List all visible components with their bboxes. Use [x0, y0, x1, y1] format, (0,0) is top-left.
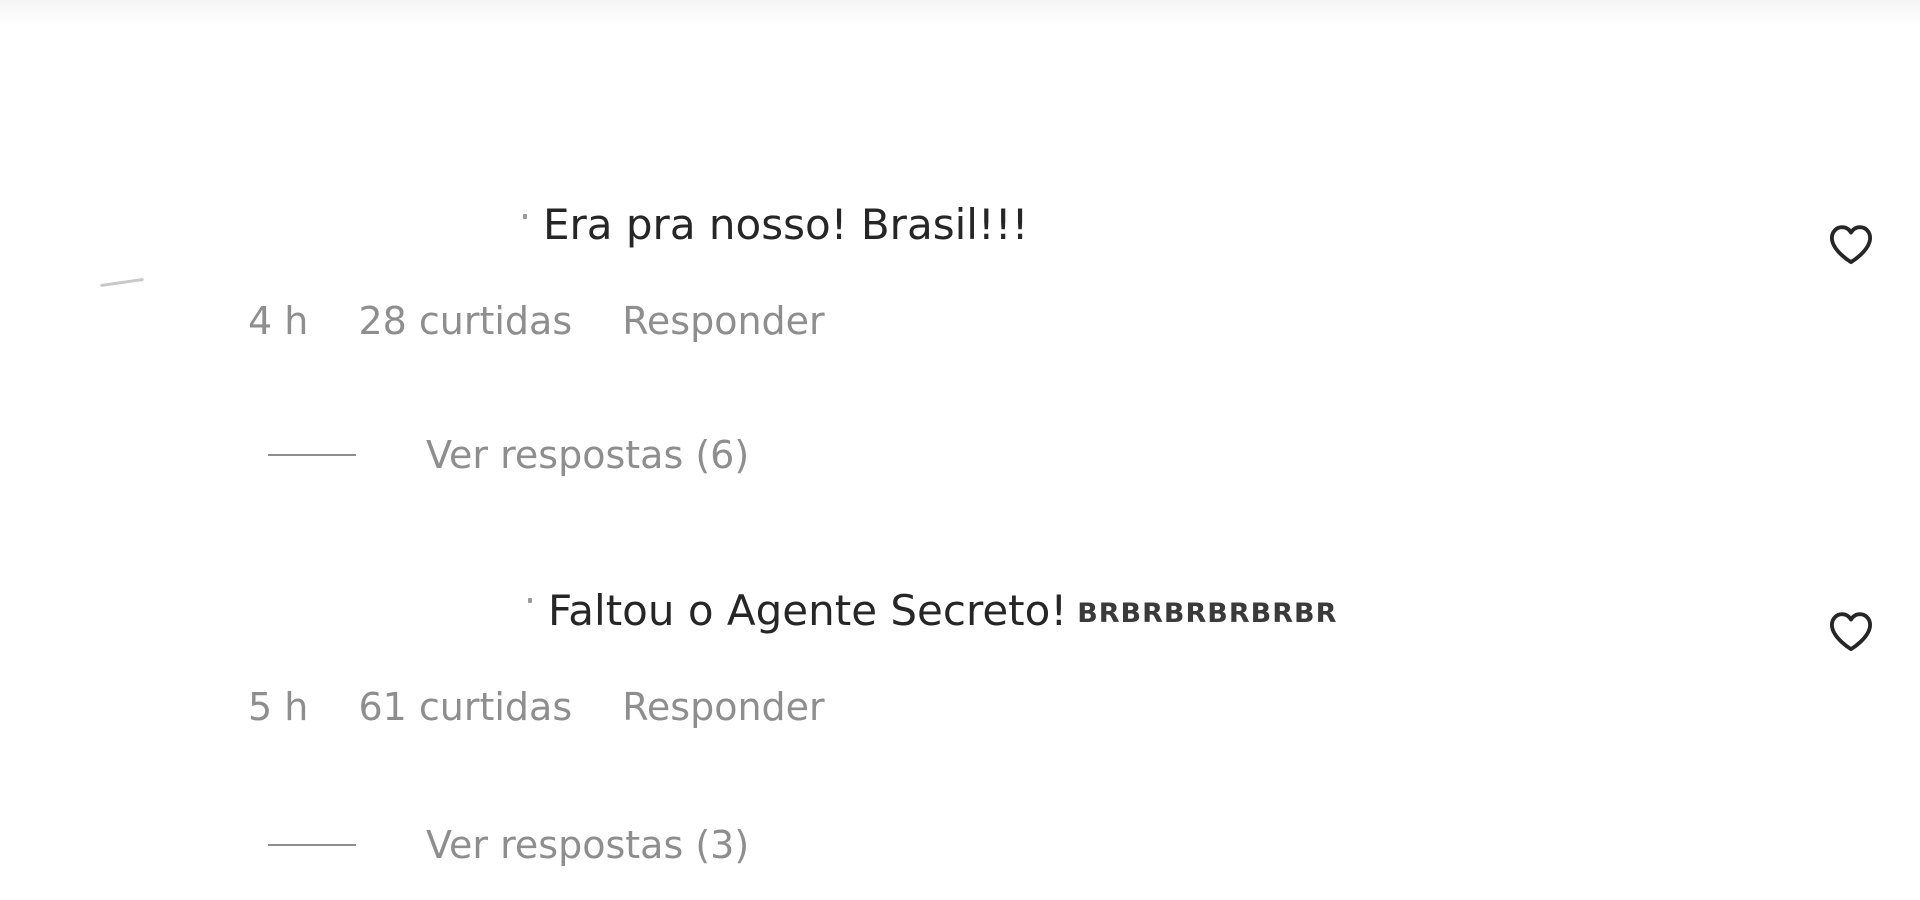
comment-time: 4 h [248, 299, 309, 343]
comment-time: 5 h [248, 685, 309, 729]
comment-body: Era pra nosso! Brasil!!! [543, 200, 1029, 249]
comment-text: Era pra nosso! Brasil!!! [543, 197, 1028, 253]
comment-marker [528, 598, 532, 603]
comment-text: Faltou o Agente Secreto! BRBRBRBRBRBR [548, 583, 1337, 642]
comment-emoji-text: BRBRBRBRBRBR [1077, 598, 1338, 629]
cropped-avatar-fragment [100, 277, 144, 288]
comment-meta: 5 h 61 curtidas Responder [248, 682, 825, 732]
reply-button[interactable]: Responder [622, 296, 824, 346]
reply-button[interactable]: Responder [622, 682, 824, 732]
comment-likes[interactable]: 61 curtidas [358, 682, 572, 732]
heart-outline-icon[interactable] [1828, 610, 1874, 652]
comment-marker [523, 214, 527, 219]
comment-likes[interactable]: 28 curtidas [358, 296, 572, 346]
view-replies-button[interactable]: Ver respostas (3) [268, 820, 749, 870]
replies-divider-line [268, 454, 356, 456]
view-replies-label: Ver respostas (3) [426, 823, 750, 867]
replies-divider-line [268, 844, 356, 846]
view-replies-button[interactable]: Ver respostas (6) [268, 430, 749, 480]
comment-body: Faltou o Agente Secreto! [548, 586, 1068, 635]
cropped-header-area [0, 0, 1920, 26]
view-replies-label: Ver respostas (6) [426, 433, 750, 477]
comment-meta: 4 h 28 curtidas Responder [248, 296, 825, 346]
heart-outline-icon[interactable] [1828, 223, 1874, 265]
comments-section: Era pra nosso! Brasil!!! 4 h 28 curtidas… [0, 0, 1920, 900]
